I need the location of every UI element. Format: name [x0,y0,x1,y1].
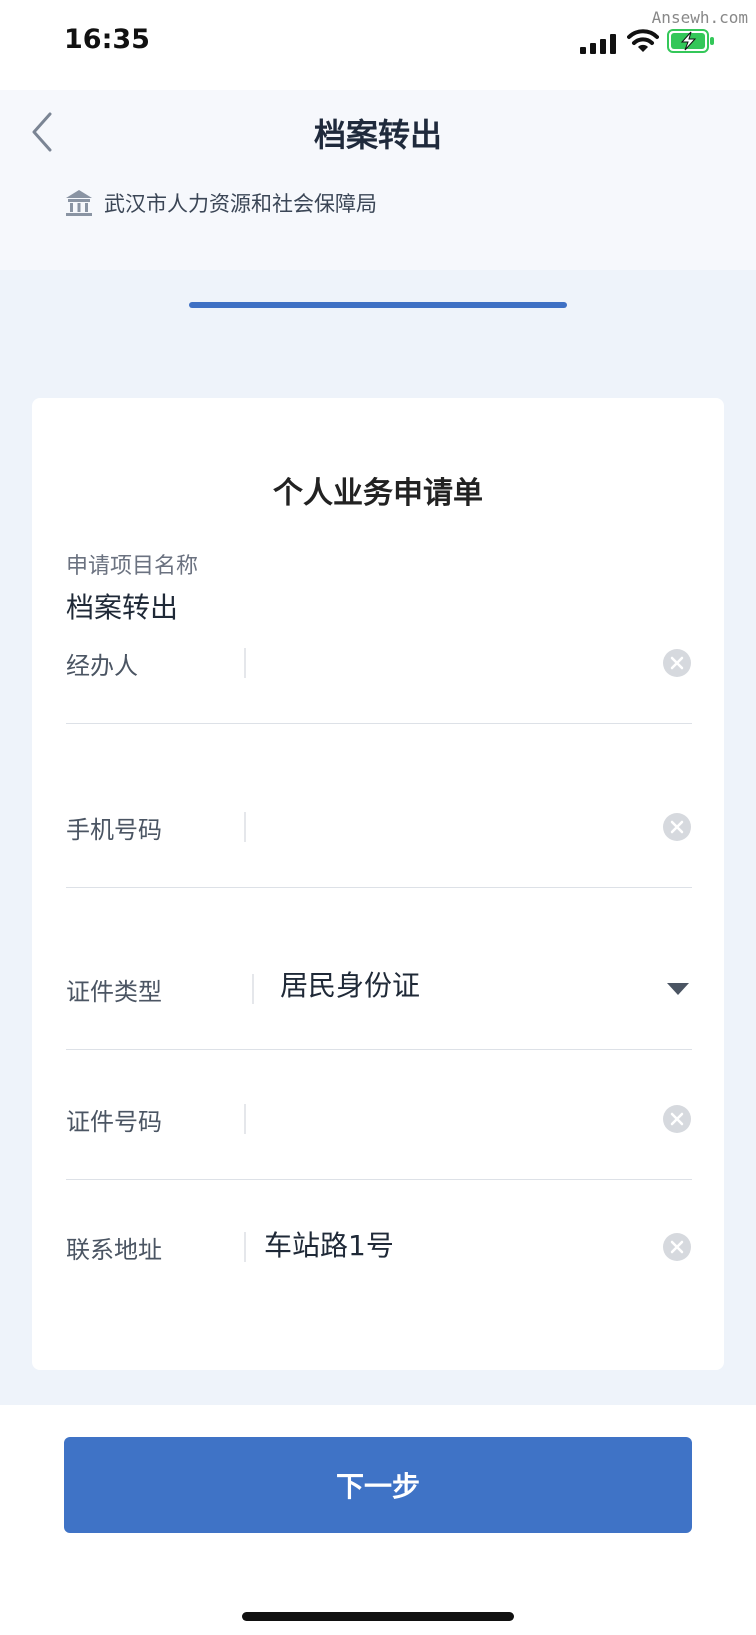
signal-icon [580,34,616,54]
field-separator [244,812,246,842]
address-label: 联系地址 [66,1236,162,1264]
page-title: 档案转出 [313,116,442,154]
project-name-label: 申请项目名称 [66,554,199,579]
dropdown-arrow-icon[interactable] [666,982,690,996]
field-separator [244,648,246,678]
form-title: 个人业务申请单 [273,476,483,511]
phone-label: 手机号码 [66,816,162,844]
status-time: 16:35 [64,24,150,55]
address-field: 联系地址 [66,1180,692,1310]
battery-charging-icon [667,29,714,53]
application-form-card: 个人业务申请单 申请项目名称 档案转出 经办人 手机号码 证件类型 居民身份证 [32,398,724,1370]
id-type-label: 证件类型 [66,978,162,1006]
watermark: Ansewh.com [651,8,748,27]
field-separator [244,1232,246,1262]
address-input[interactable] [264,1224,624,1264]
clear-icon[interactable] [662,1232,692,1262]
header: 档案转出 武汉市人力资源和社会保障局 [0,90,756,270]
field-separator [252,974,254,1004]
clear-icon[interactable] [662,812,692,842]
handler-input[interactable] [264,642,624,682]
phone-field: 手机号码 [66,724,692,888]
id-type-field[interactable]: 证件类型 居民身份证 [66,888,692,1050]
bottom-bar: 下一步 [0,1405,756,1635]
status-bar: 16:35 Ansewh.com [0,0,756,90]
clear-icon[interactable] [662,648,692,678]
clear-icon[interactable] [662,1104,692,1134]
id-number-field: 证件号码 [66,1050,692,1180]
field-separator [244,1104,246,1134]
home-indicator[interactable] [242,1612,514,1621]
government-building-icon [66,190,92,216]
id-number-label: 证件号码 [66,1108,162,1136]
org-name: 武汉市人力资源和社会保障局 [104,192,377,216]
next-step-button[interactable]: 下一步 [64,1437,692,1533]
org-row: 武汉市人力资源和社会保障局 [64,188,377,218]
handler-label: 经办人 [66,652,138,680]
wifi-icon [627,29,659,52]
phone-input[interactable] [264,806,624,846]
handler-field: 经办人 [66,616,692,724]
id-type-select-value[interactable]: 居民身份证 [280,966,640,1006]
progress-bar [189,302,567,308]
id-number-input[interactable] [264,1098,624,1138]
